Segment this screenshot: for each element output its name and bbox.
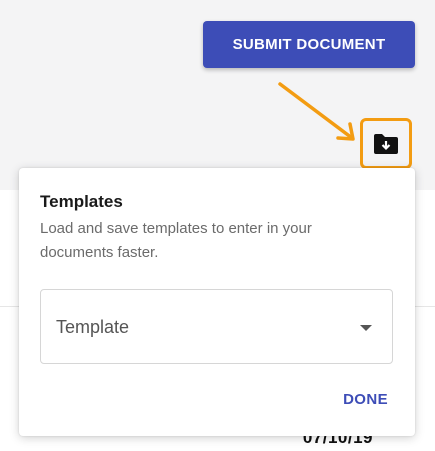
templates-button[interactable] [360,118,412,169]
popover-description: Load and save templates to enter in your… [40,220,312,261]
folder-download-icon [374,133,398,154]
template-select[interactable]: Template [40,289,393,364]
caret-down-icon [360,325,372,331]
popover-title: Templates [40,192,123,211]
templates-popover: Templates Load and save templates to ent… [19,168,415,436]
done-button[interactable]: DONE [343,391,388,408]
pointer-arrow-icon [278,82,355,141]
template-select-value: Template [56,317,130,337]
submit-document-button[interactable]: SUBMIT DOCUMENT [203,21,415,68]
